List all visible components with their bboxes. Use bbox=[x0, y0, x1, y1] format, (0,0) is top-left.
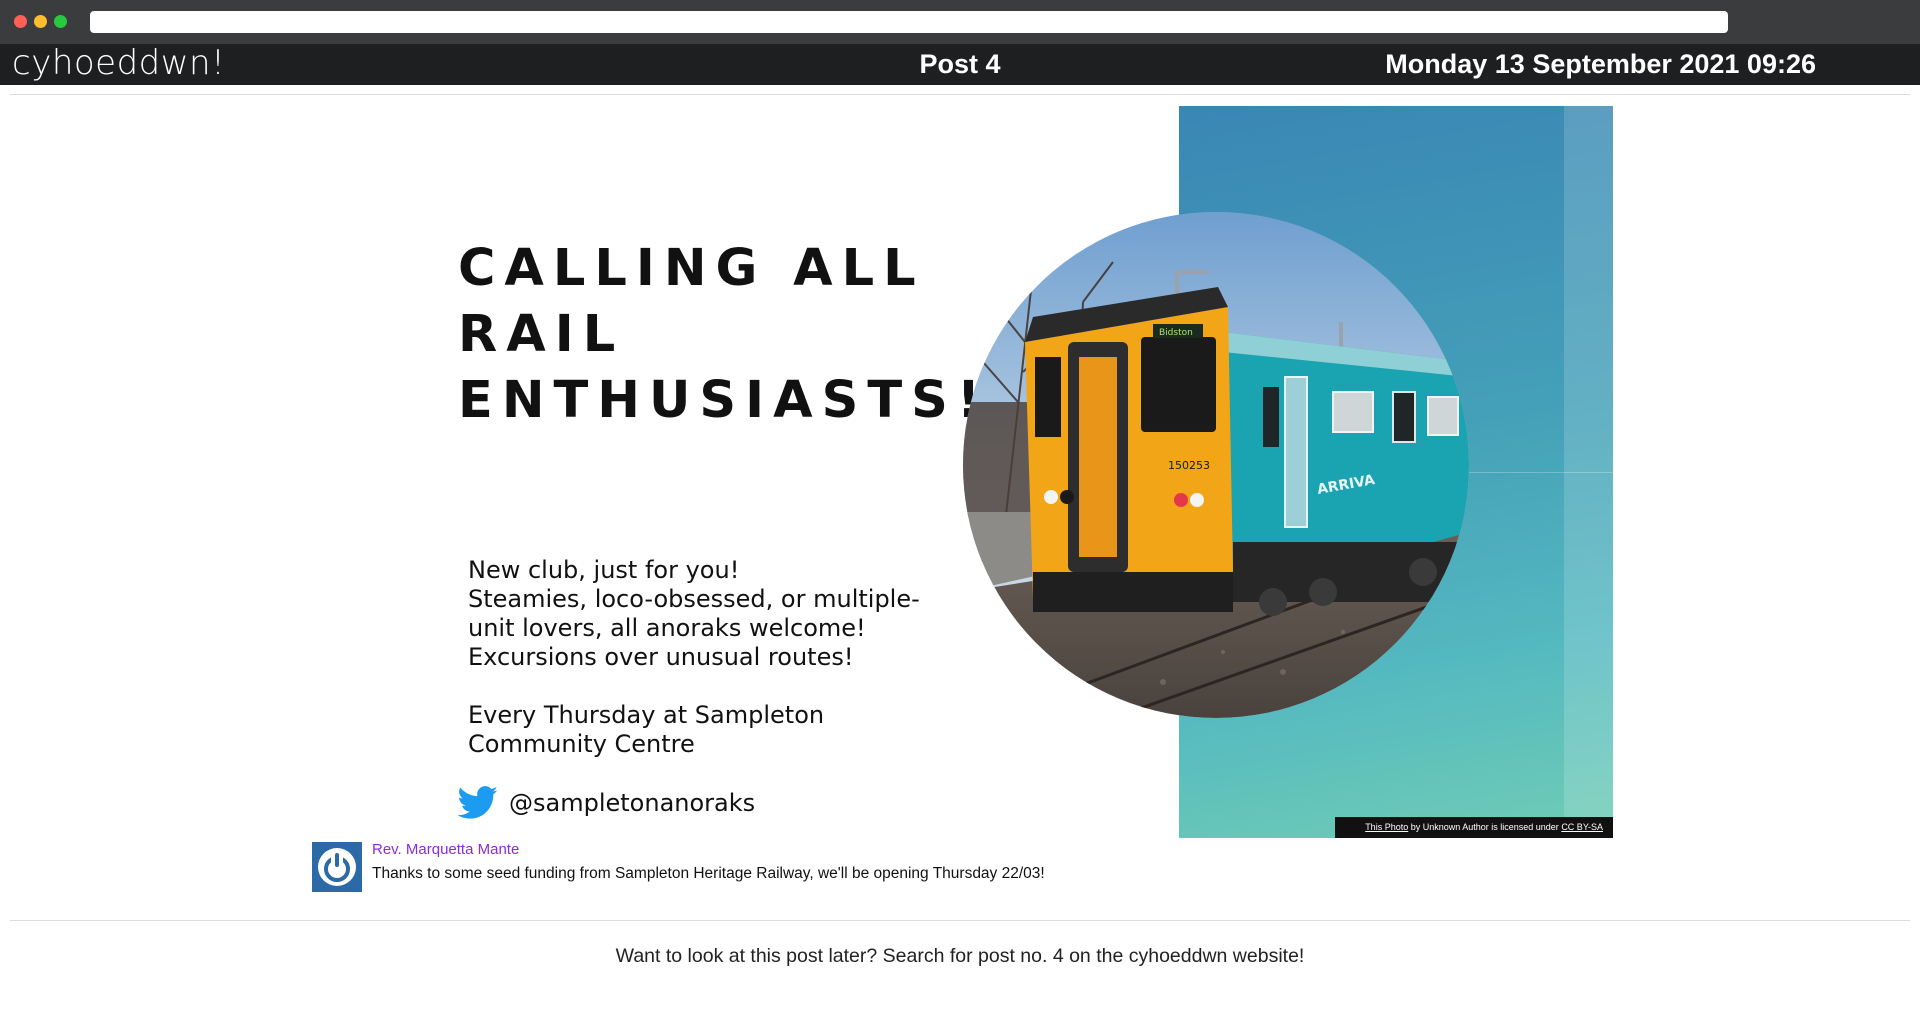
train-photo: ARRIVA Bidston 150253 bbox=[963, 212, 1469, 718]
minimize-window-button[interactable] bbox=[34, 15, 47, 28]
datetime: Monday 13 September 2021 09:26 bbox=[1385, 49, 1816, 79]
address-bar[interactable] bbox=[90, 11, 1728, 33]
divider bbox=[10, 920, 1910, 921]
app-header: cyhoeddwn! Post 4 Monday 13 September 20… bbox=[0, 44, 1920, 85]
body-line: Steamies, loco-obsessed, or multiple- bbox=[468, 585, 920, 613]
avatar bbox=[312, 842, 362, 892]
comment-text: Thanks to some seed funding from Samplet… bbox=[372, 865, 1045, 882]
twitter-handle-row: @sampletonanoraks bbox=[457, 783, 755, 823]
train-illustration: ARRIVA Bidston 150253 bbox=[963, 212, 1469, 718]
brand-logo: cyhoeddwn! bbox=[12, 43, 226, 83]
divider bbox=[10, 94, 1910, 95]
body-line: Community Centre bbox=[468, 730, 695, 758]
poster-headline: CALLING ALL RAIL ENTHUSIASTS! bbox=[458, 236, 990, 434]
body-line: Every Thursday at Sampleton bbox=[468, 701, 825, 729]
power-icon bbox=[318, 848, 356, 886]
twitter-handle: @sampletonanoraks bbox=[509, 789, 756, 817]
poster-body: New club, just for you! Steamies, loco-o… bbox=[468, 556, 928, 759]
headline-line: RAIL bbox=[458, 305, 625, 364]
close-window-button[interactable] bbox=[14, 15, 27, 28]
maximize-window-button[interactable] bbox=[54, 15, 67, 28]
body-line: Excursions over unusual routes! bbox=[468, 643, 854, 671]
footer-message: Want to look at this post later? Search … bbox=[615, 945, 1305, 967]
post-image: CALLING ALL RAIL ENTHUSIASTS! New club, … bbox=[440, 106, 1613, 838]
license-link[interactable]: CC BY-SA bbox=[1561, 822, 1603, 832]
photo-credit-text: by Unknown Author is licensed under bbox=[1408, 822, 1562, 832]
comment-author[interactable]: Rev. Marquetta Mante bbox=[372, 841, 519, 858]
photo-link[interactable]: This Photo bbox=[1365, 822, 1408, 832]
train-number: 150253 bbox=[1168, 459, 1210, 472]
train-destination: Bidston bbox=[1159, 328, 1193, 338]
body-line: New club, just for you! bbox=[468, 556, 740, 584]
headline-line: ENTHUSIASTS! bbox=[458, 371, 990, 430]
browser-chrome bbox=[0, 0, 1920, 44]
photo-credit: This Photo by Unknown Author is licensed… bbox=[1335, 817, 1613, 838]
headline-line: CALLING ALL bbox=[458, 239, 925, 298]
twitter-bird-icon bbox=[457, 786, 498, 819]
post-title: Post 4 bbox=[919, 49, 1001, 79]
body-line: unit lovers, all anoraks welcome! bbox=[468, 614, 866, 642]
